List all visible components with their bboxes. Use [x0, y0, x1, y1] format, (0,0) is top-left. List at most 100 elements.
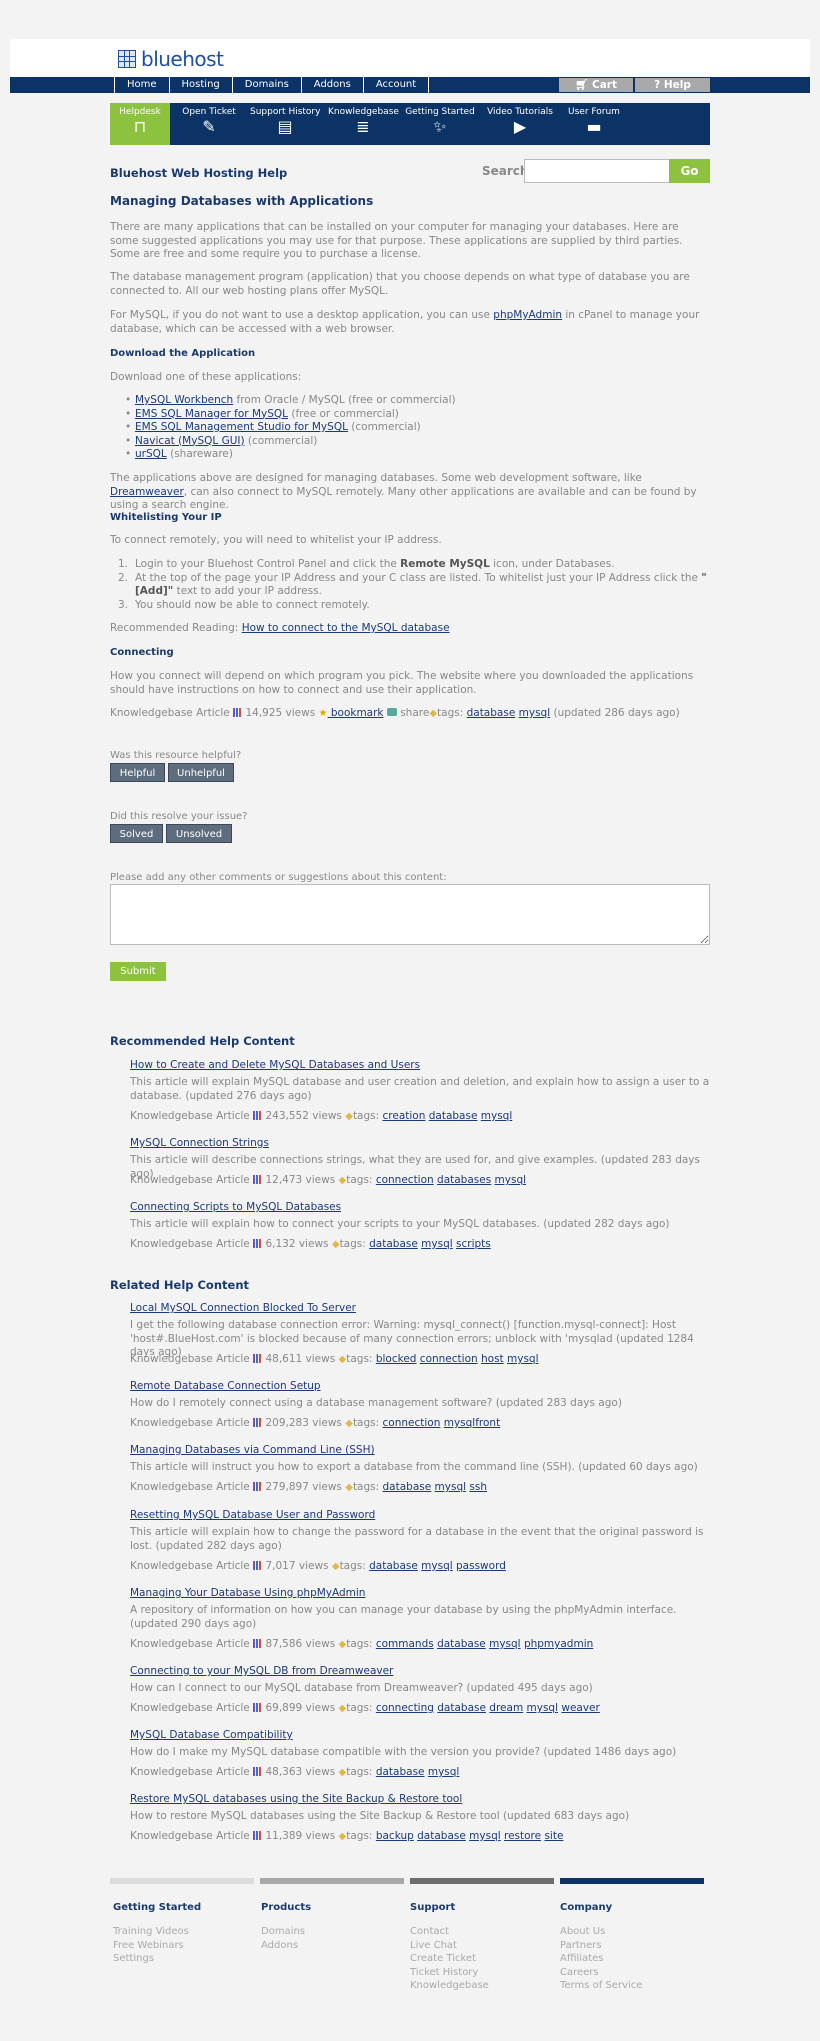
- tag-link[interactable]: connection: [420, 1353, 478, 1365]
- footer-link[interactable]: Ticket History: [410, 1966, 478, 1980]
- tag-link[interactable]: commands: [376, 1638, 434, 1650]
- tag-link[interactable]: database: [437, 1638, 486, 1650]
- related-item-link[interactable]: MySQL Database Compatibility: [130, 1729, 293, 1742]
- tag-link[interactable]: scripts: [456, 1238, 491, 1250]
- tag-link[interactable]: database: [369, 1238, 418, 1250]
- tag-link[interactable]: mysqlfront: [444, 1417, 500, 1429]
- search-label: Search: [482, 164, 529, 178]
- footer-link[interactable]: Addons: [261, 1939, 298, 1953]
- footer-link[interactable]: Partners: [560, 1939, 602, 1953]
- helpnav-user-forum[interactable]: User Forum ▬: [565, 103, 623, 145]
- tag-link[interactable]: mysql: [421, 1238, 453, 1250]
- related-item-link[interactable]: Restore MySQL databases using the Site B…: [130, 1793, 462, 1806]
- bookmark-link[interactable]: bookmark: [328, 707, 384, 719]
- footer-link[interactable]: Knowledgebase: [410, 1979, 489, 1993]
- tag-link[interactable]: mysql: [435, 1481, 467, 1493]
- tag-link[interactable]: mysql: [469, 1830, 501, 1842]
- related-item-link[interactable]: Local MySQL Connection Blocked To Server: [130, 1302, 356, 1315]
- footer-link[interactable]: Affiliates: [560, 1952, 603, 1966]
- footer-link[interactable]: Contact: [410, 1925, 449, 1939]
- tag-link[interactable]: database: [383, 1481, 432, 1493]
- tag-link[interactable]: mysql: [489, 1638, 521, 1650]
- helpnav-getting-started[interactable]: Getting Started ✨︎: [405, 103, 475, 145]
- tag-link[interactable]: restore: [504, 1830, 541, 1842]
- tag-link[interactable]: database: [376, 1766, 425, 1778]
- nav-domains[interactable]: Domains: [231, 77, 301, 93]
- tag-link[interactable]: mysql: [519, 707, 551, 719]
- nav-account[interactable]: Account: [362, 77, 430, 93]
- unhelpful-button[interactable]: Unhelpful: [168, 763, 234, 782]
- related-item-link[interactable]: Connecting to your MySQL DB from Dreamwe…: [130, 1665, 393, 1678]
- app-link[interactable]: EMS SQL Manager for MySQL: [135, 408, 288, 420]
- footer-link[interactable]: Create Ticket: [410, 1952, 476, 1966]
- helpnav-open-ticket[interactable]: Open Ticket ✎: [178, 103, 240, 145]
- tag-link[interactable]: password: [456, 1560, 506, 1572]
- app-link[interactable]: Navicat (MySQL GUI): [135, 435, 245, 447]
- tag-link[interactable]: ssh: [469, 1481, 487, 1493]
- recommended-item-link[interactable]: How to Create and Delete MySQL Databases…: [130, 1059, 420, 1072]
- helpnav-video-tutorials[interactable]: Video Tutorials ▶: [486, 103, 554, 145]
- recommended-reading-link[interactable]: How to connect to the MySQL database: [242, 622, 450, 634]
- recommended-item-link[interactable]: MySQL Connection Strings: [130, 1137, 269, 1150]
- comment-textarea[interactable]: [110, 884, 710, 945]
- footer-link[interactable]: Settings: [113, 1952, 154, 1966]
- tag-link[interactable]: dream: [489, 1702, 523, 1714]
- tag-link[interactable]: database: [429, 1110, 478, 1122]
- solved-button[interactable]: Solved: [110, 824, 163, 843]
- tag-link[interactable]: mysql: [421, 1560, 453, 1572]
- related-item-link[interactable]: Managing Databases via Command Line (SSH…: [130, 1444, 375, 1457]
- submit-button[interactable]: Submit: [110, 962, 166, 981]
- dreamweaver-link[interactable]: Dreamweaver: [110, 486, 184, 498]
- tag-link[interactable]: creation: [383, 1110, 426, 1122]
- help-button[interactable]: ? Help: [635, 78, 710, 92]
- tag-link[interactable]: mysql: [507, 1353, 539, 1365]
- tag-link[interactable]: host: [481, 1353, 504, 1365]
- share-link[interactable]: share: [400, 707, 429, 719]
- tag-link[interactable]: database: [467, 707, 516, 719]
- helpful-button[interactable]: Helpful: [110, 763, 165, 782]
- bluehost-logo[interactable]: bluehost: [118, 47, 224, 71]
- tag-link[interactable]: mysql: [527, 1702, 559, 1714]
- cart-button[interactable]: 🛒︎ Cart: [559, 78, 633, 92]
- tag-link[interactable]: mysql: [428, 1766, 460, 1778]
- nav-home[interactable]: Home: [114, 77, 169, 93]
- tag-link[interactable]: connecting: [376, 1702, 434, 1714]
- phpmyadmin-link[interactable]: phpMyAdmin: [493, 309, 562, 321]
- app-link[interactable]: EMS SQL Management Studio for MySQL: [135, 421, 348, 433]
- tag-link[interactable]: weaver: [561, 1702, 599, 1714]
- search-go-button[interactable]: Go: [669, 159, 710, 183]
- footer-link[interactable]: Live Chat: [410, 1939, 457, 1953]
- app-link[interactable]: MySQL Workbench: [135, 394, 233, 406]
- recommended-item-link[interactable]: Connecting Scripts to MySQL Databases: [130, 1201, 341, 1214]
- footer-link[interactable]: About Us: [560, 1925, 605, 1939]
- helpnav-support-history[interactable]: Support History ▤: [250, 103, 320, 145]
- footer-link[interactable]: Careers: [560, 1966, 599, 1980]
- related-item-link[interactable]: Resetting MySQL Database User and Passwo…: [130, 1509, 375, 1522]
- tag-link[interactable]: backup: [376, 1830, 414, 1842]
- tag-link[interactable]: database: [417, 1830, 466, 1842]
- tag-link[interactable]: mysql: [481, 1110, 513, 1122]
- search-input[interactable]: [524, 159, 670, 183]
- tag-link[interactable]: connection: [383, 1417, 441, 1429]
- related-item-link[interactable]: Managing Your Database Using phpMyAdmin: [130, 1587, 365, 1600]
- unsolved-button[interactable]: Unsolved: [166, 824, 232, 843]
- footer-link[interactable]: Free Webinars: [113, 1939, 184, 1953]
- tag-link[interactable]: database: [369, 1560, 418, 1572]
- tag-link[interactable]: site: [544, 1830, 563, 1842]
- footer-link[interactable]: Training Videos: [113, 1925, 189, 1939]
- related-item-link[interactable]: Remote Database Connection Setup: [130, 1380, 321, 1393]
- tag-link[interactable]: databases: [437, 1174, 491, 1186]
- footer-link[interactable]: Domains: [261, 1925, 305, 1939]
- article-paragraph-2: The database management program (applica…: [110, 271, 690, 297]
- tag-link[interactable]: connection: [376, 1174, 434, 1186]
- tag-link[interactable]: database: [437, 1702, 486, 1714]
- helpnav-helpdesk[interactable]: Helpdesk ⊓: [110, 103, 170, 145]
- footer-link[interactable]: Terms of Service: [560, 1979, 642, 1993]
- helpnav-knowledgebase[interactable]: Knowledgebase ≣: [328, 103, 399, 145]
- tag-link[interactable]: phpmyadmin: [524, 1638, 593, 1650]
- nav-hosting[interactable]: Hosting: [168, 77, 232, 93]
- nav-addons[interactable]: Addons: [300, 77, 363, 93]
- tag-link[interactable]: blocked: [376, 1353, 417, 1365]
- tag-link[interactable]: mysql: [495, 1174, 527, 1186]
- app-link[interactable]: urSQL: [135, 448, 167, 460]
